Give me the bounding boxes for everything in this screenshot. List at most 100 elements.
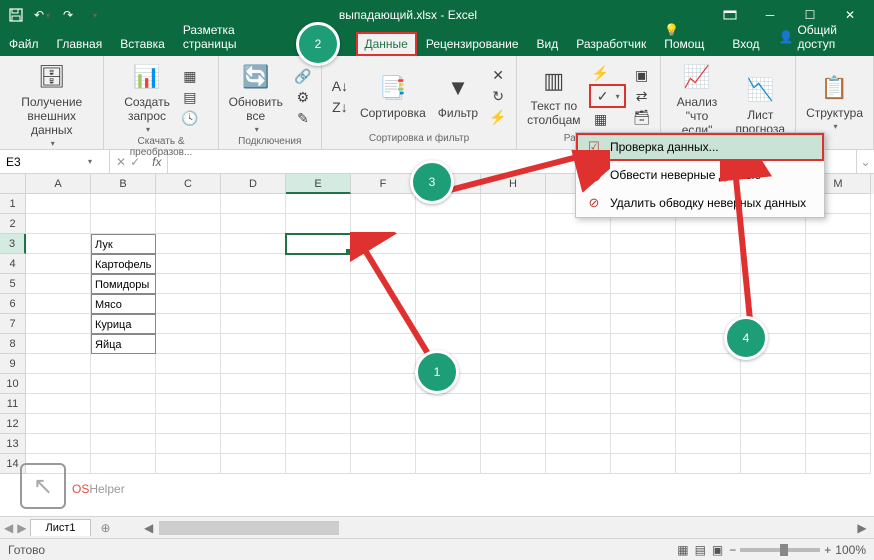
cell-C2[interactable]	[156, 214, 221, 234]
cell-H4[interactable]	[481, 254, 546, 274]
cell-M13[interactable]	[806, 434, 871, 454]
cell-D9[interactable]	[221, 354, 286, 374]
cell-M14[interactable]	[806, 454, 871, 474]
cell-B9[interactable]	[91, 354, 156, 374]
cell-K9[interactable]	[676, 354, 741, 374]
advanced-button[interactable]: ⚡	[486, 107, 510, 127]
cell-J3[interactable]	[611, 234, 676, 254]
hscroll-left-icon[interactable]: ◀	[141, 521, 157, 535]
cell-H14[interactable]	[481, 454, 546, 474]
tab-insert[interactable]: Вставка	[111, 32, 174, 56]
cell-C7[interactable]	[156, 314, 221, 334]
recent-sources-button[interactable]: 🕓	[178, 109, 202, 129]
col-h[interactable]: H	[481, 174, 546, 194]
cell-D4[interactable]	[221, 254, 286, 274]
external-data-button[interactable]: 🗄 Получение внешних данных ▾	[6, 59, 97, 150]
cell-C13[interactable]	[156, 434, 221, 454]
cell-I13[interactable]	[546, 434, 611, 454]
cell-G5[interactable]	[416, 274, 481, 294]
cell-A10[interactable]	[26, 374, 91, 394]
cell-I3[interactable]	[546, 234, 611, 254]
reapply-button[interactable]: ↻	[486, 86, 510, 106]
cell-G11[interactable]	[416, 394, 481, 414]
cell-J8[interactable]	[611, 334, 676, 354]
row-header-2[interactable]: 2	[0, 214, 26, 234]
tab-view[interactable]: Вид	[528, 32, 568, 56]
cell-F3[interactable]	[351, 234, 416, 254]
cell-H1[interactable]	[481, 194, 546, 214]
cell-D6[interactable]	[221, 294, 286, 314]
cell-M11[interactable]	[806, 394, 871, 414]
refresh-all-button[interactable]: 🔄 Обновить все ▾	[225, 59, 287, 136]
relationships-button[interactable]: ⇄	[630, 86, 654, 106]
cell-K4[interactable]	[676, 254, 741, 274]
connections-button[interactable]: 🔗	[291, 67, 315, 87]
cell-H8[interactable]	[481, 334, 546, 354]
cell-J11[interactable]	[611, 394, 676, 414]
row-header-4[interactable]: 4	[0, 254, 26, 274]
cell-B8[interactable]: Яйца	[91, 334, 156, 354]
tab-file[interactable]: Файл	[0, 32, 48, 56]
cell-D5[interactable]	[221, 274, 286, 294]
cell-G14[interactable]	[416, 454, 481, 474]
cell-L10[interactable]	[741, 374, 806, 394]
cell-M6[interactable]	[806, 294, 871, 314]
cell-A12[interactable]	[26, 414, 91, 434]
cell-D12[interactable]	[221, 414, 286, 434]
cell-K6[interactable]	[676, 294, 741, 314]
cell-F12[interactable]	[351, 414, 416, 434]
cell-G13[interactable]	[416, 434, 481, 454]
undo-button[interactable]: ↶▾	[30, 3, 54, 27]
cell-I4[interactable]	[546, 254, 611, 274]
cell-E11[interactable]	[286, 394, 351, 414]
cell-F2[interactable]	[351, 214, 416, 234]
cell-F9[interactable]	[351, 354, 416, 374]
row-header-3[interactable]: 3	[0, 234, 26, 254]
new-sheet-button[interactable]: ⊕	[95, 521, 117, 535]
redo-button[interactable]: ↷	[56, 3, 80, 27]
row-header-9[interactable]: 9	[0, 354, 26, 374]
cell-A3[interactable]	[26, 234, 91, 254]
cell-I9[interactable]	[546, 354, 611, 374]
cell-I7[interactable]	[546, 314, 611, 334]
cell-J4[interactable]	[611, 254, 676, 274]
cell-K10[interactable]	[676, 374, 741, 394]
tab-developer[interactable]: Разработчик	[567, 32, 655, 56]
cell-D14[interactable]	[221, 454, 286, 474]
cell-H2[interactable]	[481, 214, 546, 234]
cell-B3[interactable]: Лук	[91, 234, 156, 254]
cell-E12[interactable]	[286, 414, 351, 434]
cell-L13[interactable]	[741, 434, 806, 454]
cell-C1[interactable]	[156, 194, 221, 214]
qat-customize[interactable]: ▾	[82, 3, 106, 27]
tab-scroll-left[interactable]: ◀	[4, 521, 13, 535]
col-a[interactable]: A	[26, 174, 91, 194]
create-query-button[interactable]: 📊 Создать запрос ▾	[120, 59, 174, 136]
cell-I12[interactable]	[546, 414, 611, 434]
share-button[interactable]: 👤Общий доступ	[769, 18, 874, 56]
text-to-columns-button[interactable]: ▥ Текст по столбцам	[523, 63, 584, 129]
zoom-out-button[interactable]: −	[729, 543, 736, 557]
cell-D8[interactable]	[221, 334, 286, 354]
show-queries-button[interactable]: ▦	[178, 67, 202, 87]
cell-M5[interactable]	[806, 274, 871, 294]
view-normal-button[interactable]: ▦	[677, 543, 688, 557]
cell-M9[interactable]	[806, 354, 871, 374]
clear-filter-button[interactable]: ✕	[486, 65, 510, 85]
row-header-1[interactable]: 1	[0, 194, 26, 214]
cell-F5[interactable]	[351, 274, 416, 294]
cell-F1[interactable]	[351, 194, 416, 214]
cell-H6[interactable]	[481, 294, 546, 314]
col-b[interactable]: B	[91, 174, 156, 194]
cell-H5[interactable]	[481, 274, 546, 294]
tab-review[interactable]: Рецензирование	[417, 32, 528, 56]
tab-layout[interactable]: Разметка страницы	[174, 18, 285, 56]
name-box[interactable]: ▾	[0, 150, 110, 173]
cell-A11[interactable]	[26, 394, 91, 414]
cell-F14[interactable]	[351, 454, 416, 474]
cell-A9[interactable]	[26, 354, 91, 374]
cell-C9[interactable]	[156, 354, 221, 374]
cell-I8[interactable]	[546, 334, 611, 354]
consolidate-button[interactable]: ▦	[589, 109, 626, 129]
cell-M10[interactable]	[806, 374, 871, 394]
